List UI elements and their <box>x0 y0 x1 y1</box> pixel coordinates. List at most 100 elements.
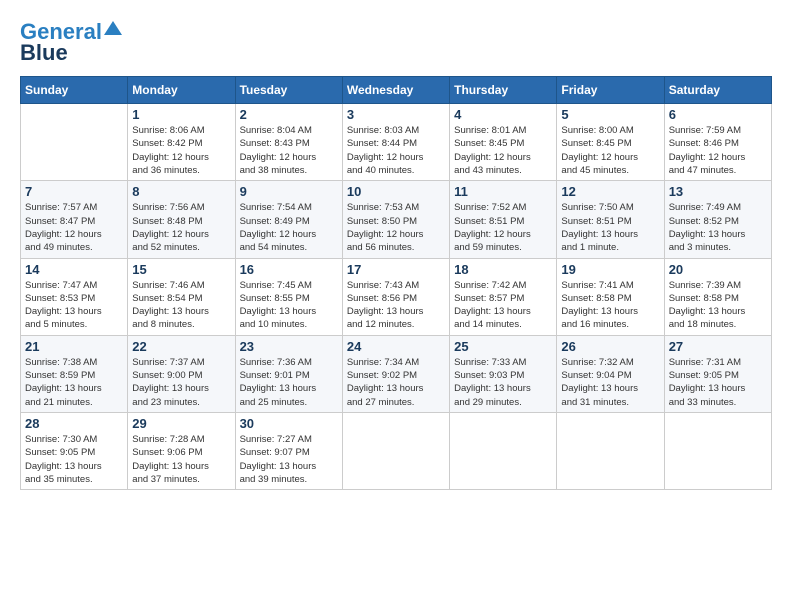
day-number: 25 <box>454 339 552 354</box>
weekday-header: Sunday <box>21 77 128 104</box>
calendar-cell: 27Sunrise: 7:31 AM Sunset: 9:05 PM Dayli… <box>664 335 771 412</box>
calendar-cell: 10 Sunrise: 7:53 AM Sunset: 8:50 PM Dayli… <box>342 181 449 258</box>
day-number: 24 <box>347 339 445 354</box>
header: General Blue <box>20 20 772 66</box>
day-number: 2 <box>240 107 338 122</box>
day-number: 10 <box>347 184 445 199</box>
calendar-cell <box>21 104 128 181</box>
weekday-header: Wednesday <box>342 77 449 104</box>
day-number: 19 <box>561 262 659 277</box>
day-info: Sunrise: 7:37 AM Sunset: 9:00 PM Dayligh… <box>132 356 230 409</box>
day-info: Sunrise: 7:53 AM Sunset: 8:50 PM Dayligh… <box>347 201 445 254</box>
calendar-cell <box>664 412 771 489</box>
weekday-header: Tuesday <box>235 77 342 104</box>
day-info: Sunrise: 7:54 AM Sunset: 8:49 PM Dayligh… <box>240 201 338 254</box>
logo-icon <box>104 21 122 35</box>
calendar-cell: 29 Sunrise: 7:28 AM Sunset: 9:06 PM Dayli… <box>128 412 235 489</box>
calendar-cell: 30 Sunrise: 7:27 AM Sunset: 9:07 PM Dayli… <box>235 412 342 489</box>
calendar-cell: 4Sunrise: 8:01 AM Sunset: 8:45 PM Daylig… <box>450 104 557 181</box>
day-info: Sunrise: 8:00 AM Sunset: 8:45 PM Dayligh… <box>561 124 659 177</box>
day-number: 20 <box>669 262 767 277</box>
day-number: 23 <box>240 339 338 354</box>
day-info: Sunrise: 7:52 AM Sunset: 8:51 PM Dayligh… <box>454 201 552 254</box>
calendar-cell <box>342 412 449 489</box>
calendar-cell: 5 Sunrise: 8:00 AM Sunset: 8:45 PM Daylig… <box>557 104 664 181</box>
day-info: Sunrise: 7:59 AM Sunset: 8:46 PM Dayligh… <box>669 124 767 177</box>
day-info: Sunrise: 7:27 AM Sunset: 9:07 PM Dayligh… <box>240 433 338 486</box>
calendar-cell <box>450 412 557 489</box>
calendar-cell <box>557 412 664 489</box>
calendar-cell: 21 Sunrise: 7:38 AM Sunset: 8:59 PM Dayli… <box>21 335 128 412</box>
calendar-cell: 28 Sunrise: 7:30 AM Sunset: 9:05 PM Dayli… <box>21 412 128 489</box>
calendar-cell: 24 Sunrise: 7:34 AM Sunset: 9:02 PM Dayli… <box>342 335 449 412</box>
day-number: 27 <box>669 339 767 354</box>
calendar-cell: 6 Sunrise: 7:59 AM Sunset: 8:46 PM Daylig… <box>664 104 771 181</box>
day-info: Sunrise: 8:03 AM Sunset: 8:44 PM Dayligh… <box>347 124 445 177</box>
day-number: 26 <box>561 339 659 354</box>
day-number: 3 <box>347 107 445 122</box>
day-info: Sunrise: 7:32 AM Sunset: 9:04 PM Dayligh… <box>561 356 659 409</box>
calendar-cell: 15 Sunrise: 7:46 AM Sunset: 8:54 PM Dayli… <box>128 258 235 335</box>
day-number: 12 <box>561 184 659 199</box>
calendar-cell: 16 Sunrise: 7:45 AM Sunset: 8:55 PM Dayli… <box>235 258 342 335</box>
day-number: 11 <box>454 184 552 199</box>
day-info: Sunrise: 7:36 AM Sunset: 9:01 PM Dayligh… <box>240 356 338 409</box>
day-number: 13 <box>669 184 767 199</box>
calendar-cell: 11 Sunrise: 7:52 AM Sunset: 8:51 PM Dayli… <box>450 181 557 258</box>
day-number: 8 <box>132 184 230 199</box>
day-number: 17 <box>347 262 445 277</box>
day-number: 5 <box>561 107 659 122</box>
day-info: Sunrise: 8:01 AM Sunset: 8:45 PM Dayligh… <box>454 124 552 177</box>
day-number: 30 <box>240 416 338 431</box>
day-number: 9 <box>240 184 338 199</box>
calendar-cell: 20 Sunrise: 7:39 AM Sunset: 8:58 PM Dayli… <box>664 258 771 335</box>
day-number: 28 <box>25 416 123 431</box>
day-info: Sunrise: 7:28 AM Sunset: 9:06 PM Dayligh… <box>132 433 230 486</box>
calendar-cell: 17 Sunrise: 7:43 AM Sunset: 8:56 PM Dayli… <box>342 258 449 335</box>
calendar-cell: 25 Sunrise: 7:33 AM Sunset: 9:03 PM Dayli… <box>450 335 557 412</box>
day-info: Sunrise: 7:34 AM Sunset: 9:02 PM Dayligh… <box>347 356 445 409</box>
calendar-cell: 2 Sunrise: 8:04 AM Sunset: 8:43 PM Daylig… <box>235 104 342 181</box>
calendar-cell: 3 Sunrise: 8:03 AM Sunset: 8:44 PM Daylig… <box>342 104 449 181</box>
day-number: 15 <box>132 262 230 277</box>
weekday-header: Monday <box>128 77 235 104</box>
calendar-cell: 7 Sunrise: 7:57 AM Sunset: 8:47 PM Daylig… <box>21 181 128 258</box>
day-info: Sunrise: 7:30 AM Sunset: 9:05 PM Dayligh… <box>25 433 123 486</box>
day-info: Sunrise: 7:45 AM Sunset: 8:55 PM Dayligh… <box>240 279 338 332</box>
day-info: Sunrise: 7:42 AM Sunset: 8:57 PM Dayligh… <box>454 279 552 332</box>
day-number: 7 <box>25 184 123 199</box>
weekday-header: Thursday <box>450 77 557 104</box>
weekday-header: Saturday <box>664 77 771 104</box>
calendar-table: SundayMondayTuesdayWednesdayThursdayFrid… <box>20 76 772 490</box>
day-info: Sunrise: 7:38 AM Sunset: 8:59 PM Dayligh… <box>25 356 123 409</box>
day-info: Sunrise: 7:50 AM Sunset: 8:51 PM Dayligh… <box>561 201 659 254</box>
day-info: Sunrise: 7:47 AM Sunset: 8:53 PM Dayligh… <box>25 279 123 332</box>
day-info: Sunrise: 7:49 AM Sunset: 8:52 PM Dayligh… <box>669 201 767 254</box>
day-info: Sunrise: 7:41 AM Sunset: 8:58 PM Dayligh… <box>561 279 659 332</box>
calendar-cell: 19 Sunrise: 7:41 AM Sunset: 8:58 PM Dayli… <box>557 258 664 335</box>
calendar-cell: 8Sunrise: 7:56 AM Sunset: 8:48 PM Daylig… <box>128 181 235 258</box>
day-number: 22 <box>132 339 230 354</box>
calendar-cell: 23 Sunrise: 7:36 AM Sunset: 9:01 PM Dayli… <box>235 335 342 412</box>
calendar-cell: 18 Sunrise: 7:42 AM Sunset: 8:57 PM Dayli… <box>450 258 557 335</box>
day-number: 14 <box>25 262 123 277</box>
day-number: 16 <box>240 262 338 277</box>
calendar-cell: 22 Sunrise: 7:37 AM Sunset: 9:00 PM Dayli… <box>128 335 235 412</box>
calendar-cell: 14 Sunrise: 7:47 AM Sunset: 8:53 PM Dayli… <box>21 258 128 335</box>
logo: General Blue <box>20 20 122 66</box>
day-number: 21 <box>25 339 123 354</box>
calendar-cell: 13 Sunrise: 7:49 AM Sunset: 8:52 PM Dayli… <box>664 181 771 258</box>
calendar-cell: 12 Sunrise: 7:50 AM Sunset: 8:51 PM Dayli… <box>557 181 664 258</box>
calendar-cell: 9 Sunrise: 7:54 AM Sunset: 8:49 PM Daylig… <box>235 181 342 258</box>
day-info: Sunrise: 7:39 AM Sunset: 8:58 PM Dayligh… <box>669 279 767 332</box>
day-number: 6 <box>669 107 767 122</box>
day-info: Sunrise: 7:57 AM Sunset: 8:47 PM Dayligh… <box>25 201 123 254</box>
calendar-cell: 1Sunrise: 8:06 AM Sunset: 8:42 PM Daylig… <box>128 104 235 181</box>
day-info: Sunrise: 7:33 AM Sunset: 9:03 PM Dayligh… <box>454 356 552 409</box>
day-info: Sunrise: 8:04 AM Sunset: 8:43 PM Dayligh… <box>240 124 338 177</box>
day-info: Sunrise: 7:46 AM Sunset: 8:54 PM Dayligh… <box>132 279 230 332</box>
day-info: Sunrise: 7:43 AM Sunset: 8:56 PM Dayligh… <box>347 279 445 332</box>
day-info: Sunrise: 8:06 AM Sunset: 8:42 PM Dayligh… <box>132 124 230 177</box>
day-number: 29 <box>132 416 230 431</box>
day-number: 18 <box>454 262 552 277</box>
